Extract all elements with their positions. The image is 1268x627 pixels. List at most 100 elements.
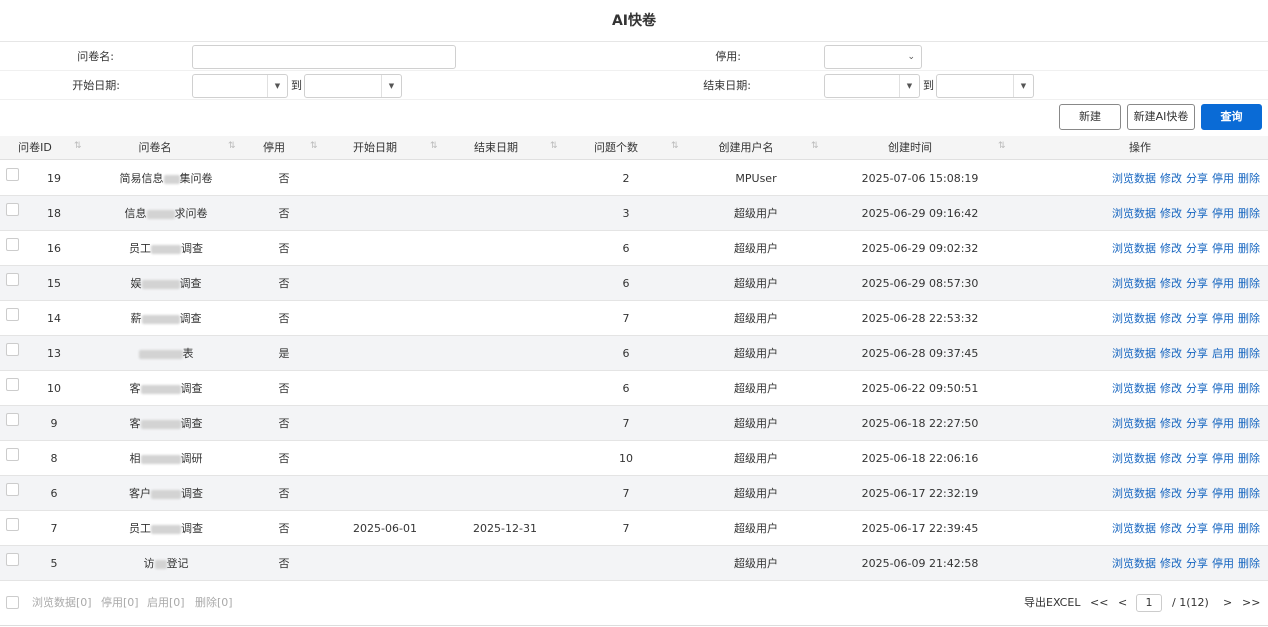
share-link[interactable]: 分享 xyxy=(1186,522,1208,535)
col-id[interactable]: 问卷ID xyxy=(10,136,60,160)
col-name[interactable]: 问卷名 xyxy=(120,136,190,160)
prev-page-button[interactable]: < xyxy=(1118,588,1127,618)
caret-down-icon[interactable]: ▼ xyxy=(899,75,919,97)
row-checkbox[interactable] xyxy=(6,273,19,286)
toggle-status-link[interactable]: 停用 xyxy=(1212,522,1234,535)
share-link[interactable]: 分享 xyxy=(1186,277,1208,290)
col-end-date[interactable]: 结束日期 xyxy=(466,136,526,160)
delete-link[interactable]: 删除 xyxy=(1238,417,1260,430)
browse-data-link[interactable]: 浏览数据 xyxy=(1112,172,1156,185)
delete-link[interactable]: 删除 xyxy=(1238,242,1260,255)
delete-link[interactable]: 删除 xyxy=(1238,207,1260,220)
caret-down-icon[interactable]: ▼ xyxy=(381,75,401,97)
sort-icon[interactable]: ⇅ xyxy=(310,136,318,160)
toggle-status-link[interactable]: 停用 xyxy=(1212,557,1234,570)
edit-link[interactable]: 修改 xyxy=(1160,417,1182,430)
edit-link[interactable]: 修改 xyxy=(1160,522,1182,535)
query-button[interactable]: 查询 xyxy=(1201,104,1262,130)
browse-data-link[interactable]: 浏览数据 xyxy=(1112,487,1156,500)
toggle-status-link[interactable]: 停用 xyxy=(1212,417,1234,430)
sort-icon[interactable]: ⇅ xyxy=(228,136,236,160)
cell-name[interactable]: 客调查 xyxy=(96,406,236,441)
browse-data-link[interactable]: 浏览数据 xyxy=(1112,417,1156,430)
cell-name[interactable]: 员工 调查 xyxy=(96,511,236,546)
select-all-checkbox[interactable] xyxy=(6,596,19,609)
toggle-status-link[interactable]: 停用 xyxy=(1212,242,1234,255)
toggle-status-link[interactable]: 停用 xyxy=(1212,207,1234,220)
name-filter-input[interactable] xyxy=(192,45,456,69)
toggle-status-link[interactable]: 停用 xyxy=(1212,452,1234,465)
delete-link[interactable]: 删除 xyxy=(1238,452,1260,465)
next-page-button[interactable]: > xyxy=(1223,588,1232,618)
sort-icon[interactable]: ⇅ xyxy=(550,136,558,160)
cell-name[interactable]: 访登记 xyxy=(96,546,236,581)
share-link[interactable]: 分享 xyxy=(1186,382,1208,395)
delete-link[interactable]: 删除 xyxy=(1238,487,1260,500)
cell-name[interactable]: 员工 调查 xyxy=(96,231,236,266)
share-link[interactable]: 分享 xyxy=(1186,312,1208,325)
edit-link[interactable]: 修改 xyxy=(1160,557,1182,570)
bulk-disable-button[interactable]: 停用[0] xyxy=(101,588,139,618)
row-checkbox[interactable] xyxy=(6,483,19,496)
toggle-status-link[interactable]: 停用 xyxy=(1212,312,1234,325)
delete-link[interactable]: 删除 xyxy=(1238,312,1260,325)
toggle-status-link[interactable]: 启用 xyxy=(1212,347,1234,360)
browse-data-link[interactable]: 浏览数据 xyxy=(1112,347,1156,360)
bulk-delete-button[interactable]: 删除[0] xyxy=(195,588,233,618)
row-checkbox[interactable] xyxy=(6,378,19,391)
browse-data-link[interactable]: 浏览数据 xyxy=(1112,207,1156,220)
col-question-count[interactable]: 问题个数 xyxy=(586,136,646,160)
last-page-button[interactable]: >> xyxy=(1242,588,1260,618)
edit-link[interactable]: 修改 xyxy=(1160,347,1182,360)
share-link[interactable]: 分享 xyxy=(1186,347,1208,360)
cell-name[interactable]: 简易信息 集问卷 xyxy=(96,161,236,196)
edit-link[interactable]: 修改 xyxy=(1160,382,1182,395)
browse-data-link[interactable]: 浏览数据 xyxy=(1112,522,1156,535)
row-checkbox[interactable] xyxy=(6,308,19,321)
sort-icon[interactable]: ⇅ xyxy=(74,136,82,160)
row-checkbox[interactable] xyxy=(6,168,19,181)
cell-name[interactable]: 娱调查 xyxy=(96,266,236,301)
browse-data-link[interactable]: 浏览数据 xyxy=(1112,242,1156,255)
sort-icon[interactable]: ⇅ xyxy=(998,136,1006,160)
edit-link[interactable]: 修改 xyxy=(1160,452,1182,465)
col-created-time[interactable]: 创建时间 xyxy=(880,136,940,160)
share-link[interactable]: 分享 xyxy=(1186,172,1208,185)
row-checkbox[interactable] xyxy=(6,413,19,426)
sort-icon[interactable]: ⇅ xyxy=(671,136,679,160)
browse-data-link[interactable]: 浏览数据 xyxy=(1112,277,1156,290)
cell-name[interactable]: 信息 求问卷 xyxy=(96,196,236,231)
bulk-browse-button[interactable]: 浏览数据[0] xyxy=(32,588,92,618)
row-checkbox[interactable] xyxy=(6,448,19,461)
edit-link[interactable]: 修改 xyxy=(1160,312,1182,325)
cell-name[interactable]: 客户 调查 xyxy=(96,476,236,511)
caret-down-icon[interactable]: ▼ xyxy=(1013,75,1033,97)
edit-link[interactable]: 修改 xyxy=(1160,242,1182,255)
share-link[interactable]: 分享 xyxy=(1186,557,1208,570)
disabled-filter-select[interactable]: ⌄ xyxy=(824,45,922,69)
edit-link[interactable]: 修改 xyxy=(1160,487,1182,500)
row-checkbox[interactable] xyxy=(6,203,19,216)
row-checkbox[interactable] xyxy=(6,343,19,356)
share-link[interactable]: 分享 xyxy=(1186,242,1208,255)
delete-link[interactable]: 删除 xyxy=(1238,557,1260,570)
cell-name[interactable]: 表 xyxy=(96,336,236,371)
delete-link[interactable]: 删除 xyxy=(1238,172,1260,185)
col-disabled[interactable]: 停用 xyxy=(254,136,294,160)
start-date-to-picker[interactable]: ▼ xyxy=(304,74,402,98)
toggle-status-link[interactable]: 停用 xyxy=(1212,382,1234,395)
cell-name[interactable]: 薪调查 xyxy=(96,301,236,336)
caret-down-icon[interactable]: ▼ xyxy=(267,75,287,97)
first-page-button[interactable]: << xyxy=(1090,588,1108,618)
edit-link[interactable]: 修改 xyxy=(1160,207,1182,220)
export-excel-button[interactable]: 导出EXCEL xyxy=(1024,588,1080,618)
page-number-input[interactable]: 1 xyxy=(1136,594,1162,612)
toggle-status-link[interactable]: 停用 xyxy=(1212,487,1234,500)
bulk-enable-button[interactable]: 启用[0] xyxy=(147,588,185,618)
cell-name[interactable]: 相调研 xyxy=(96,441,236,476)
end-date-to-picker[interactable]: ▼ xyxy=(936,74,1034,98)
toggle-status-link[interactable]: 停用 xyxy=(1212,277,1234,290)
sort-icon[interactable]: ⇅ xyxy=(811,136,819,160)
new-button[interactable]: 新建 xyxy=(1059,104,1121,130)
row-checkbox[interactable] xyxy=(6,238,19,251)
